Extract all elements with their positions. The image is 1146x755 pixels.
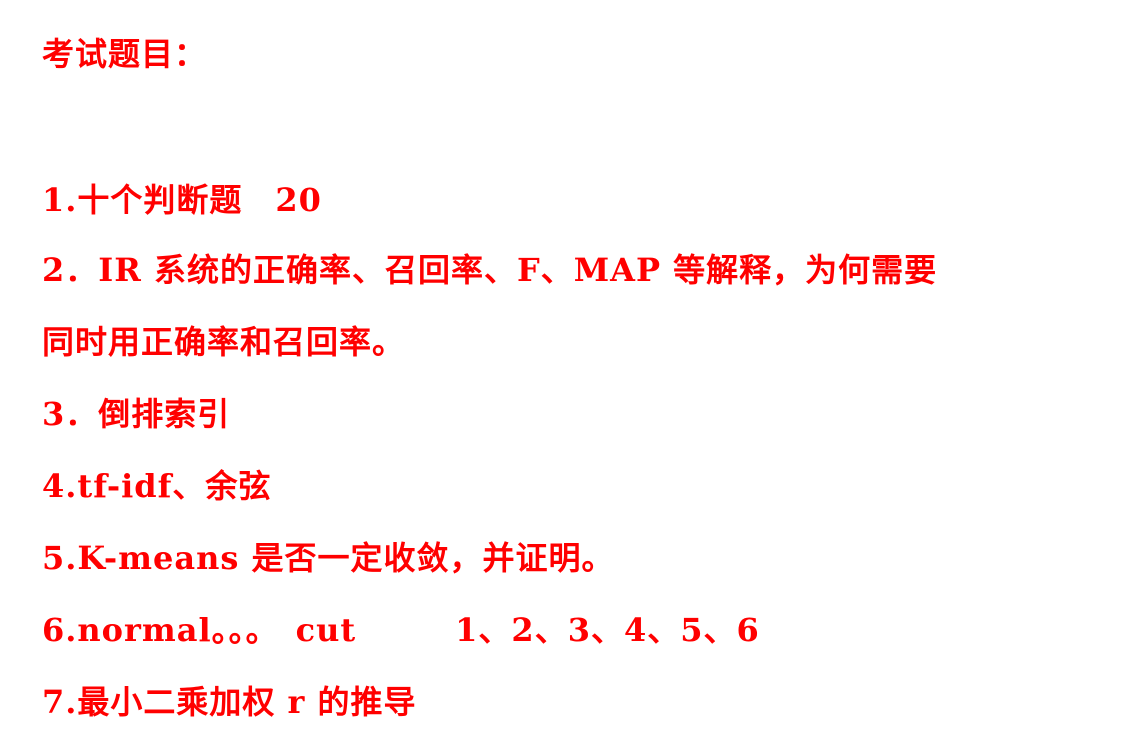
exam-item-3: 3．倒排索引 [42, 395, 231, 433]
exam-heading: 考试题目： [42, 35, 208, 73]
exam-item-2: 2．IR 系统的正确率、召回率、F、MAP 等解释，为何需要 [42, 251, 938, 289]
exam-item-7: 7.最小二乘加权 r 的推导 [42, 683, 417, 721]
exam-item-4: 4.tf-idf、余弦 [42, 467, 272, 505]
exam-item-5: 5.K-means 是否一定收敛，并证明。 [42, 539, 615, 577]
exam-item-2-continued: 同时用正确率和召回率。 [42, 323, 406, 361]
exam-item-1: 1.十个判断题 20 [42, 181, 322, 219]
exam-item-6: 6.normal。。。 cut 1、2、3、4、5、6 [42, 611, 760, 649]
